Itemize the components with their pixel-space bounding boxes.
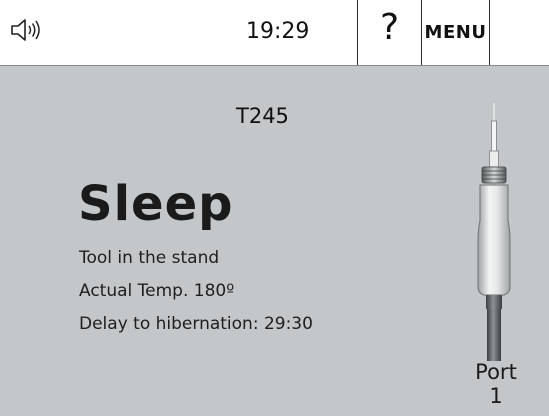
actual-temp-text: Actual Temp. 180º	[79, 281, 235, 301]
tool-model: T245	[236, 104, 289, 128]
speaker-sound-icon	[10, 18, 44, 46]
hibernation-delay-text: Delay to hibernation: 29:30	[79, 314, 313, 334]
top-bar: 19:29 ? MENU	[0, 0, 549, 66]
status-title: Sleep	[78, 176, 234, 232]
sound-button[interactable]	[10, 14, 58, 50]
station-screen: 19:29 ? MENU T245 Sleep Tool in the stan…	[0, 0, 549, 416]
port-indicator[interactable]: Port 1	[466, 360, 526, 408]
divider	[489, 0, 490, 65]
port-label: Port	[475, 360, 517, 384]
clock-time: 19:29	[246, 19, 310, 44]
help-button[interactable]: ?	[358, 0, 421, 65]
tool-state-text: Tool in the stand	[79, 248, 220, 268]
soldering-iron-icon[interactable]	[460, 101, 530, 361]
work-area: T245 Sleep Tool in the stand Actual Temp…	[0, 66, 549, 416]
menu-button[interactable]: MENU	[422, 0, 489, 65]
port-number: 1	[489, 384, 503, 408]
